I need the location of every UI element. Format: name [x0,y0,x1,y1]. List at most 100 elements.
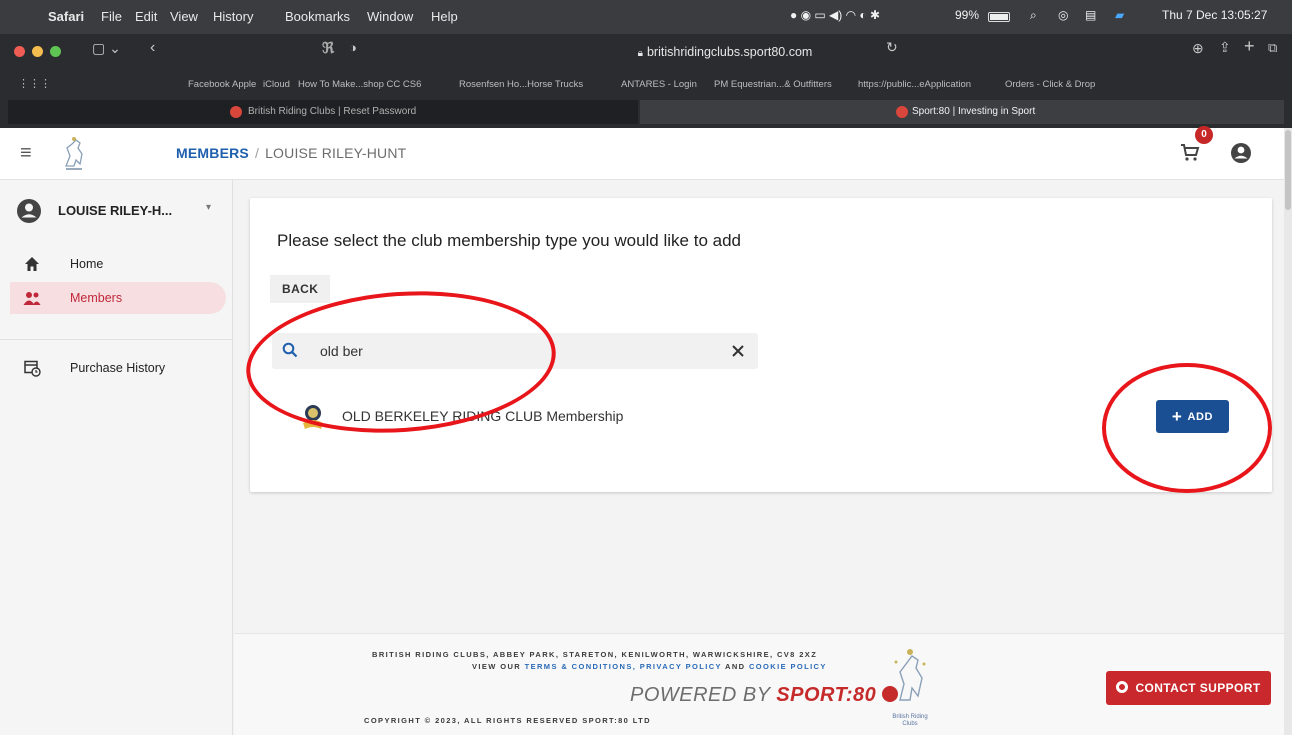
breadcrumb-separator: / [254,145,260,161]
mac-menubar: Safari File Edit View History Bookmarks … [0,0,1292,34]
membership-selection-card: Please select the club membership type y… [250,198,1272,492]
menu-history[interactable]: History [213,9,253,24]
receipt-clock-icon [24,360,41,377]
grid-icon[interactable]: ⋮⋮⋮ [18,77,51,90]
plus-icon: + [1171,406,1183,426]
download-icon[interactable]: ⊕ [1192,40,1204,57]
add-membership-button[interactable]: + ADD [1156,400,1229,433]
sidebar-item-label: Home [70,257,104,271]
siri-icon[interactable]: ▤ [1085,8,1096,22]
caret-down-icon: ▾ [206,202,212,213]
browser-tab-sport80[interactable]: Sport:80 | Investing in Sport [640,100,1284,124]
sidebar: LOUISE RILEY-H... ▾ Home Members Purchas… [0,180,233,735]
url-bar[interactable]: 🔒︎ britishridingclubs.sport80.com [510,39,940,65]
bookmark-facebook[interactable]: Facebook [188,79,230,90]
powered-prefix: POWERED BY [630,684,771,706]
menu-edit[interactable]: Edit [135,9,157,24]
sidebar-divider [0,339,233,340]
shield-icon[interactable]: ◑ [349,40,357,55]
account-button[interactable] [1230,142,1252,169]
tab-overview-icon[interactable]: ⧉ [1268,40,1277,56]
user-menu[interactable]: LOUISE RILEY-H... ▾ [10,196,226,226]
sidebar-item-label: Purchase History [70,361,166,375]
sidebar-item-home[interactable]: Home [10,248,226,280]
battery-level: 99% [955,8,980,22]
clear-search-icon[interactable] [731,344,745,358]
cart-button[interactable] [1178,140,1202,169]
breadcrumb-members-link[interactable]: MEMBERS [176,145,249,161]
menu-file[interactable]: File [101,9,122,24]
brc-logo[interactable] [56,134,92,174]
footer-address: BRITISH RIDING CLUBS, ABBEY PARK, STARET… [372,650,818,659]
contact-support-button[interactable]: CONTACT SUPPORT [1106,671,1271,705]
powered-by-sport80[interactable]: POWERED BY SPORT:80 [630,684,899,707]
page-scrollbar[interactable] [1284,128,1292,735]
bookmark-antares[interactable]: ANTARES - Login [621,79,697,90]
back-nav-icon[interactable]: ‹ [150,39,155,57]
footer-logo-text: British Riding Clubs [892,714,928,727]
new-tab-icon[interactable]: + [1244,36,1255,57]
flag-icon: ▰ [1115,8,1125,22]
window-minimize-button[interactable] [32,46,43,57]
bookmark-orders[interactable]: Orders - Click & Drop [1005,79,1095,90]
browser-tab-reset-password[interactable]: British Riding Clubs | Reset Password [8,100,638,124]
brc-footer-logo: British Riding Clubs [888,642,932,730]
page-footer: BRITISH RIDING CLUBS, ABBEY PARK, STARET… [234,633,1284,735]
bookmark-public-application[interactable]: https://public...eApplication [858,79,971,90]
url-text: britishridingclubs.sport80.com [646,45,813,59]
members-icon [23,292,41,305]
lifebuoy-icon [1116,681,1129,693]
membership-name: OLD BERKELEY RIDING CLUB Membership [342,408,624,424]
sidebar-item-members[interactable]: Members [10,282,226,314]
bookmark-apple[interactable]: Apple [232,79,256,90]
privacy-link[interactable]: PRIVACY POLICY [640,662,722,671]
bookmarks-bar: ⋮⋮⋮ Facebook Apple iCloud How To Make...… [0,74,1292,96]
back-button[interactable]: BACK [270,275,331,303]
account-icon [1231,143,1251,163]
membership-result-row: OLD BERKELEY RIDING CLUB Membership [250,393,1272,443]
sidebar-item-purchase-history[interactable]: Purchase History [10,352,226,384]
menu-bookmarks[interactable]: Bookmarks [285,9,350,24]
sidebar-toggle-icon[interactable]: ▢ ⌄ [92,40,121,57]
user-name: LOUISE RILEY-H... [58,203,173,218]
cookie-link[interactable]: COOKIE POLICY [749,662,827,671]
sidebar-item-label: Members [70,291,123,305]
spotlight-icon[interactable]: ⌕ [1030,8,1037,23]
footer-policies: VIEW OUR TERMS & CONDITIONS, PRIVACY POL… [472,662,827,671]
breadcrumb-current: LOUISE RILEY-HUNT [265,145,407,161]
search-field[interactable] [272,333,758,369]
page-title: Please select the club membership type y… [277,231,741,250]
window-zoom-button[interactable] [50,46,61,57]
bookmark-pm-equestrian[interactable]: PM Equestrian...& Outfitters [714,79,832,90]
menu-view[interactable]: View [170,9,198,24]
battery-icon [988,12,1010,22]
hamburger-menu-icon[interactable]: ≡ [20,142,32,165]
extension-icon[interactable]: ℜ [322,39,334,57]
menu-window[interactable]: Window [367,9,413,24]
cart-count-badge: 0 [1195,126,1213,144]
menu-app-name[interactable]: Safari [48,9,84,24]
cart-icon [1181,144,1200,161]
bookmark-how-to-make[interactable]: How To Make...shop CC CS6 [298,79,421,90]
control-center-icon[interactable]: ◎ [1058,8,1068,22]
search-input[interactable] [320,339,700,363]
user-avatar-icon [17,199,41,223]
bookmark-horse-trucks[interactable]: Rosenfsen Ho...Horse Trucks [459,79,583,90]
powered-brand: SPORT:80 [776,684,877,706]
scrollbar-thumb[interactable] [1285,130,1291,210]
favicon-icon [230,106,242,118]
menu-help[interactable]: Help [431,9,458,24]
reload-icon[interactable]: ↻ [886,39,898,56]
bookmark-icloud[interactable]: iCloud [263,79,290,90]
share-icon[interactable]: ⇪ [1219,39,1231,56]
terms-link[interactable]: TERMS & CONDITIONS, [525,662,637,671]
search-icon [282,342,298,358]
menubar-clock: Thu 7 Dec 13:05:27 [1162,8,1268,22]
lock-icon: 🔒︎ [637,48,643,59]
app-header: ≡ MEMBERS / LOUISE RILEY-HUNT 0 [0,126,1284,180]
browser-tab-label: Sport:80 | Investing in Sport [912,106,1036,117]
footer-view-our: VIEW OUR [472,662,522,671]
home-icon [25,257,39,271]
footer-and: AND [725,662,746,671]
window-close-button[interactable] [14,46,25,57]
